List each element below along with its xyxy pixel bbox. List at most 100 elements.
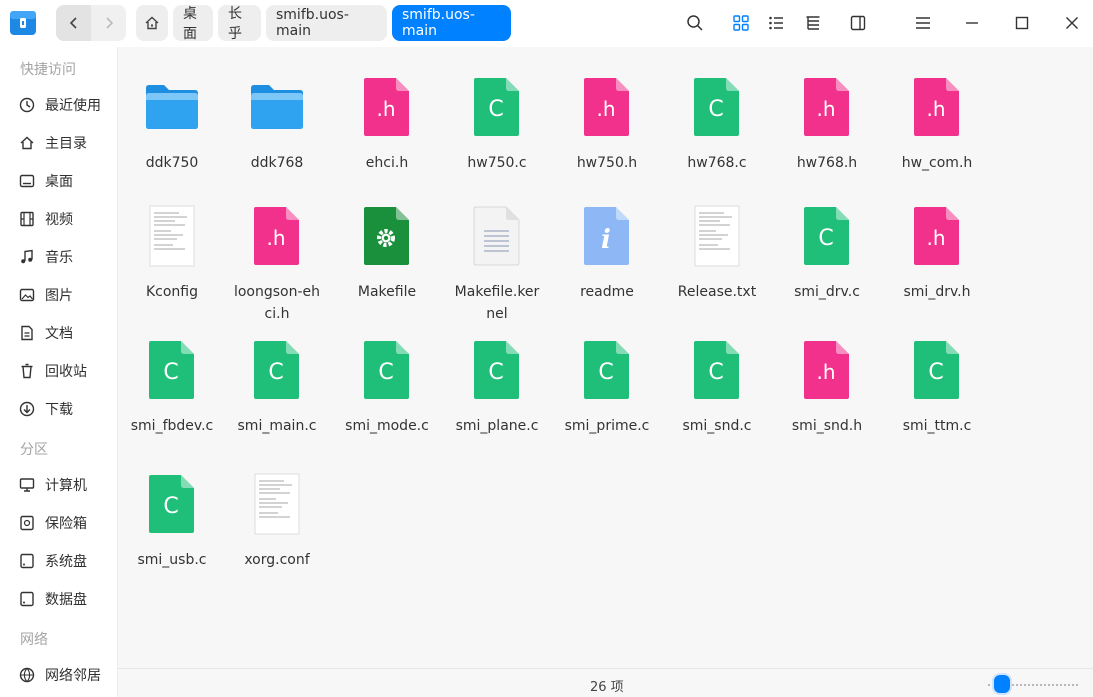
tree-view-icon (806, 16, 820, 30)
file-item[interactable]: Chw750.c (447, 75, 547, 174)
back-button[interactable] (56, 5, 91, 41)
close-button[interactable] (1057, 8, 1087, 38)
file-item[interactable]: .h ehci.h (337, 75, 437, 174)
file-item[interactable]: Release.txt (667, 204, 767, 303)
file-item[interactable]: .h hw750.h (557, 75, 657, 174)
file-item[interactable]: Chw768.c (667, 75, 767, 174)
list-view-icon (769, 16, 783, 30)
c-source-file-icon: C (122, 338, 222, 402)
header-file-icon: .h (777, 75, 877, 139)
file-item[interactable]: Csmi_main.c (227, 338, 327, 437)
file-item[interactable]: Csmi_ttm.c (887, 338, 987, 437)
sidebar-item-videos[interactable]: 视频 (0, 201, 117, 237)
file-item[interactable]: Csmi_plane.c (447, 338, 547, 437)
sidebar-item-label: 网络邻居 (45, 668, 101, 684)
file-item[interactable]: .h loongson-ehci.h (227, 204, 327, 325)
svg-text:C: C (163, 360, 178, 385)
network-icon (19, 667, 35, 683)
breadcrumb-item[interactable]: 桌面 (173, 5, 213, 42)
file-item[interactable]: Csmi_drv.c (777, 204, 877, 303)
status-bar: 26 项 (118, 668, 1093, 697)
c-source-file-icon: C (337, 338, 437, 402)
header-file-icon: .h (337, 75, 437, 139)
chevron-right-icon (105, 17, 113, 29)
desktop-icon (19, 173, 35, 189)
zoom-slider-handle[interactable] (991, 673, 1012, 695)
file-item[interactable]: Csmi_snd.c (667, 338, 767, 437)
breadcrumb-item[interactable]: smifb.uos-main (266, 5, 387, 41)
svg-text:C: C (488, 97, 503, 122)
breadcrumb-current[interactable]: smifb.uos-main (392, 5, 511, 41)
sidebar-item-label: 图片 (45, 288, 73, 304)
home-icon (19, 135, 35, 151)
file-item[interactable]: Makefile.kernel (447, 204, 547, 325)
sidebar-item-computer[interactable]: 计算机 (0, 467, 117, 503)
tree-view-button[interactable] (801, 11, 825, 35)
icon-view-button[interactable] (729, 11, 753, 35)
file-item[interactable]: .h hw_com.h (887, 75, 987, 174)
clock-icon (19, 97, 35, 113)
header-file-icon: .h (887, 204, 987, 268)
search-button[interactable] (683, 11, 707, 35)
list-view-button[interactable] (764, 11, 788, 35)
breadcrumb-home[interactable] (136, 5, 168, 41)
file-name: Kconfig (145, 284, 199, 300)
sidebar-item-label: 下载 (45, 402, 73, 418)
svg-text:C: C (708, 360, 723, 385)
item-count: 26 项 (590, 680, 624, 695)
sidebar-item-music[interactable]: 音乐 (0, 239, 117, 275)
file-item[interactable]: xorg.conf (227, 472, 327, 571)
file-name: hw750.h (576, 155, 638, 171)
music-icon (19, 249, 35, 265)
sidebar-item-documents[interactable]: 文档 (0, 315, 117, 351)
sidebar-item-desktop[interactable]: 桌面 (0, 163, 117, 199)
svg-text:.h: .h (926, 97, 945, 121)
maximize-button[interactable] (1007, 8, 1037, 38)
sidebar-item-data-disk[interactable]: 数据盘 (0, 581, 117, 617)
sidebar-item-safe[interactable]: 保险箱 (0, 505, 117, 541)
sidebar-item-network-neighborhood[interactable]: 网络邻居 (0, 657, 117, 693)
makefile-gear-icon (337, 204, 437, 268)
file-item[interactable]: Csmi_usb.c (122, 472, 222, 571)
file-item[interactable]: Kconfig (122, 204, 222, 303)
file-name: Makefile (357, 284, 417, 300)
c-source-file-icon: C (887, 338, 987, 402)
file-name: Makefile.kernel (454, 284, 540, 322)
sidebar-item-label: 系统盘 (45, 554, 87, 570)
file-manager-logo-icon[interactable] (8, 8, 38, 38)
file-item[interactable]: .h hw768.h (777, 75, 877, 174)
navigation-buttons (56, 5, 126, 41)
file-item[interactable]: Csmi_mode.c (337, 338, 437, 437)
sidebar-item-system-disk[interactable]: 系统盘 (0, 543, 117, 579)
main-menu-button[interactable] (908, 8, 938, 38)
file-item[interactable]: Csmi_fbdev.c (122, 338, 222, 437)
sidebar-item-pictures[interactable]: 图片 (0, 277, 117, 313)
file-item[interactable]: ddk768 (227, 75, 327, 174)
breadcrumb-item[interactable]: 长乎 (218, 5, 261, 42)
sidebar-item-trash[interactable]: 回收站 (0, 353, 117, 389)
minimize-button[interactable] (957, 8, 987, 38)
file-item[interactable]: ddk750 (122, 75, 222, 174)
title-bar: 桌面 长乎 smifb.uos-main smifb.uos-main (0, 0, 1093, 47)
sidebar-item-recent[interactable]: 最近使用 (0, 87, 117, 123)
sidebar-item-home[interactable]: 主目录 (0, 125, 117, 161)
c-source-file-icon: C (122, 472, 222, 536)
file-item[interactable]: .h smi_drv.h (887, 204, 987, 303)
detail-panel-button[interactable] (846, 11, 870, 35)
file-name: ehci.h (365, 155, 409, 171)
c-source-file-icon: C (447, 75, 547, 139)
forward-button[interactable] (91, 5, 126, 41)
file-item[interactable]: i readme (557, 204, 657, 303)
disk-icon (19, 553, 35, 569)
folder-icon (227, 75, 327, 139)
header-file-icon: .h (777, 338, 877, 402)
file-item[interactable]: Csmi_prime.c (557, 338, 657, 437)
file-name: ddk750 (145, 155, 199, 171)
file-name: hw768.h (796, 155, 858, 171)
sidebar-item-label: 数据盘 (45, 592, 87, 608)
folder-icon (122, 75, 222, 139)
file-item[interactable]: Makefile (337, 204, 437, 303)
sidebar-section-network: 网络 (20, 632, 48, 648)
file-item[interactable]: .h smi_snd.h (777, 338, 877, 437)
sidebar-item-downloads[interactable]: 下载 (0, 391, 117, 427)
